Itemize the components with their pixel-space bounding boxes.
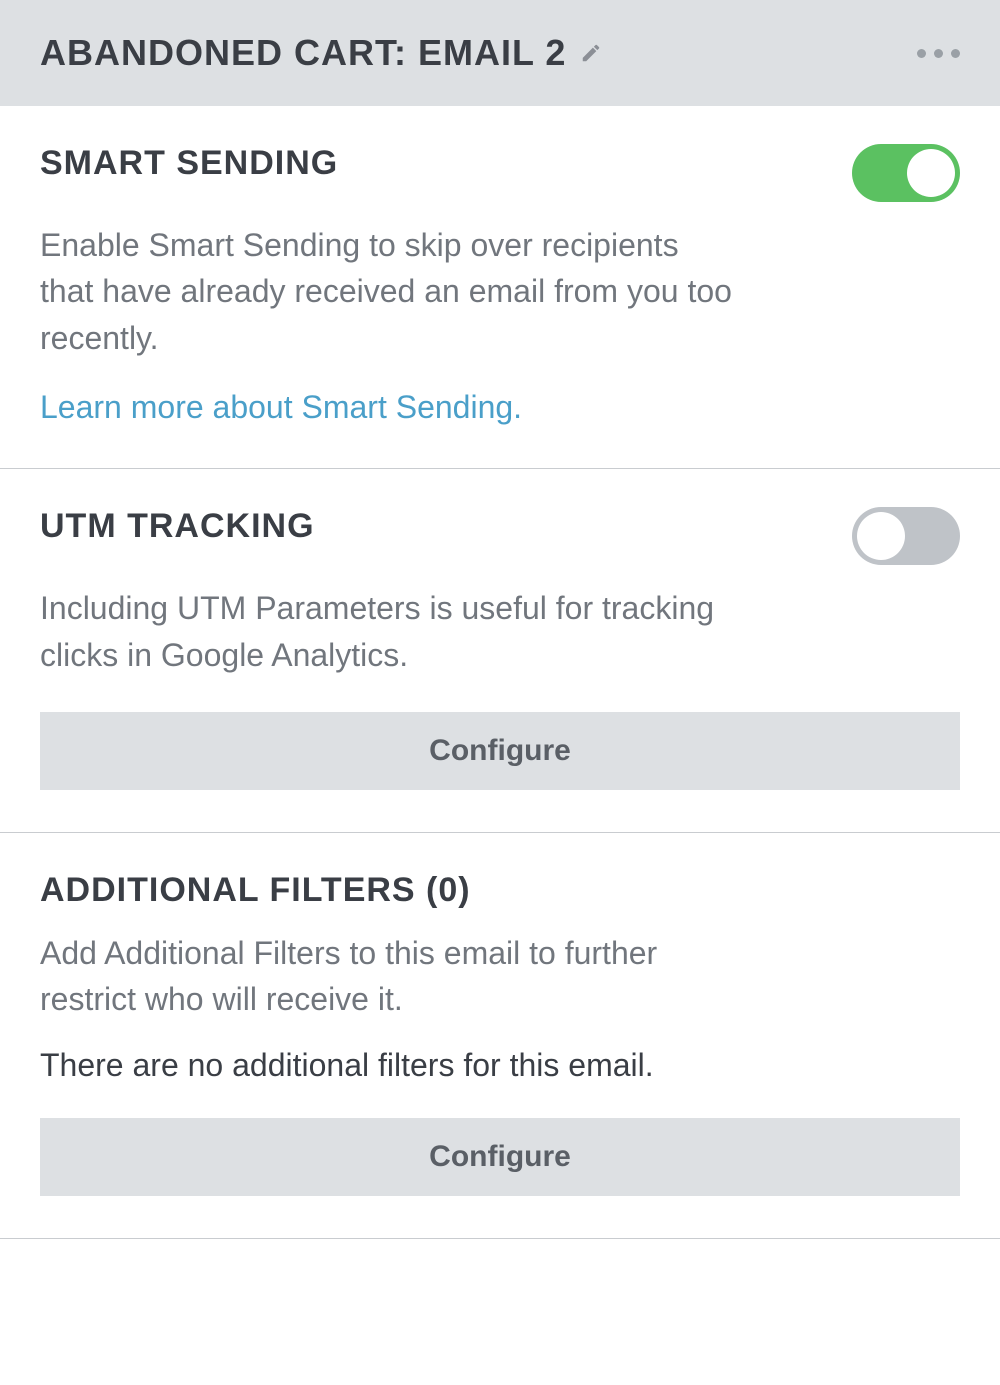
edit-pencil-icon[interactable] bbox=[580, 42, 602, 64]
additional-filters-section: ADDITIONAL FILTERS (0) Add Additional Fi… bbox=[0, 833, 1000, 1239]
utm-tracking-title: UTM TRACKING bbox=[40, 507, 315, 546]
filters-configure-button[interactable]: Configure bbox=[40, 1118, 960, 1196]
utm-tracking-description: Including UTM Parameters is useful for t… bbox=[40, 585, 740, 678]
utm-configure-button[interactable]: Configure bbox=[40, 712, 960, 790]
toggle-knob bbox=[857, 512, 905, 560]
more-options-icon[interactable] bbox=[917, 49, 960, 58]
utm-tracking-header: UTM TRACKING bbox=[40, 507, 960, 565]
smart-sending-header: SMART SENDING bbox=[40, 144, 960, 202]
smart-sending-section: SMART SENDING Enable Smart Sending to sk… bbox=[0, 106, 1000, 469]
smart-sending-description: Enable Smart Sending to skip over recipi… bbox=[40, 222, 740, 361]
toggle-knob bbox=[907, 149, 955, 197]
header-title-group: ABANDONED CART: EMAIL 2 bbox=[40, 32, 602, 74]
additional-filters-note: There are no additional filters for this… bbox=[40, 1047, 960, 1084]
utm-tracking-toggle[interactable] bbox=[852, 507, 960, 565]
smart-sending-toggle[interactable] bbox=[852, 144, 960, 202]
additional-filters-title: ADDITIONAL FILTERS (0) bbox=[40, 871, 471, 910]
smart-sending-title: SMART SENDING bbox=[40, 144, 338, 183]
additional-filters-description: Add Additional Filters to this email to … bbox=[40, 930, 740, 1023]
page-header: ABANDONED CART: EMAIL 2 bbox=[0, 0, 1000, 106]
page-title: ABANDONED CART: EMAIL 2 bbox=[40, 32, 566, 74]
utm-tracking-section: UTM TRACKING Including UTM Parameters is… bbox=[0, 469, 1000, 833]
additional-filters-header: ADDITIONAL FILTERS (0) bbox=[40, 871, 960, 910]
smart-sending-learn-more-link[interactable]: Learn more about Smart Sending. bbox=[40, 389, 522, 426]
